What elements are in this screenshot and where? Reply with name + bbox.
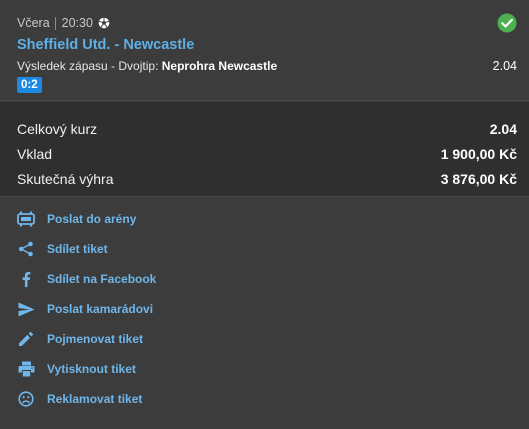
bet-time: 20:30 — [61, 16, 93, 30]
score-badge: 0:2 — [17, 77, 42, 93]
check-circle-icon — [497, 13, 517, 33]
action-label: Reklamovat tiket — [47, 392, 143, 406]
summary-value: 2.04 — [489, 121, 517, 137]
share-icon — [16, 239, 36, 259]
pencil-icon — [16, 329, 36, 349]
bet-market: Výsledek zápasu - Dvojtip: — [17, 59, 162, 73]
bet-selection: Výsledek zápasu - Dvojtip: Neprohra Newc… — [17, 59, 277, 73]
soccer-ball-icon — [98, 17, 110, 29]
summary-label: Skutečná výhra — [17, 171, 114, 187]
summary-value: 3 876,00 Kč — [440, 171, 517, 187]
print-ticket-button[interactable]: Vytisknout tiket — [16, 358, 136, 380]
arena-icon — [16, 209, 36, 229]
send-icon — [16, 299, 36, 319]
summary-label: Vklad — [17, 146, 53, 162]
bet-pick: Neprohra Newcastle — [161, 59, 278, 73]
bet-meta: Včera 20:30 — [17, 16, 110, 30]
action-label: Vytisknout tiket — [47, 362, 136, 376]
summary-row-stake: Vklad 1 900,00 Kč — [17, 143, 517, 165]
print-icon — [16, 359, 36, 379]
complain-ticket-button[interactable]: Reklamovat tiket — [16, 388, 142, 410]
summary-value: 1 900,00 Kč — [440, 146, 517, 162]
summary-label: Celkový kurz — [17, 121, 98, 137]
send-to-arena-button[interactable]: Poslat do arény — [16, 208, 136, 230]
sad-face-icon — [16, 389, 36, 409]
ticket-actions: Poslat do arény Sdílet tiket Sdílet na F… — [0, 198, 529, 429]
action-label: Sdílet na Facebook — [47, 272, 157, 286]
share-ticket-button[interactable]: Sdílet tiket — [16, 238, 108, 260]
match-title[interactable]: Sheffield Utd. - Newcastle — [17, 37, 194, 53]
facebook-icon — [16, 269, 36, 289]
summary-row-total-odds: Celkový kurz 2.04 — [17, 118, 517, 140]
bet-ticket-panel: Včera 20:30 Sheffield Utd. - Newcastle V… — [0, 0, 529, 429]
bet-day: Včera — [17, 16, 50, 30]
ticket-summary: Celkový kurz 2.04 Vklad 1 900,00 Kč Skut… — [0, 102, 529, 197]
bet-detail: Včera 20:30 Sheffield Utd. - Newcastle V… — [0, 0, 529, 101]
action-label: Sdílet tiket — [47, 242, 108, 256]
action-label: Pojmenovat tiket — [47, 332, 144, 346]
action-label: Poslat kamarádovi — [47, 302, 154, 316]
share-facebook-button[interactable]: Sdílet na Facebook — [16, 268, 156, 290]
send-to-friend-button[interactable]: Poslat kamarádovi — [16, 298, 153, 320]
summary-row-actual-win: Skutečná výhra 3 876,00 Kč — [17, 168, 517, 190]
meta-divider — [54, 16, 56, 30]
rename-ticket-button[interactable]: Pojmenovat tiket — [16, 328, 143, 350]
action-label: Poslat do arény — [47, 212, 137, 226]
selection-odds: 2.04 — [492, 59, 517, 73]
